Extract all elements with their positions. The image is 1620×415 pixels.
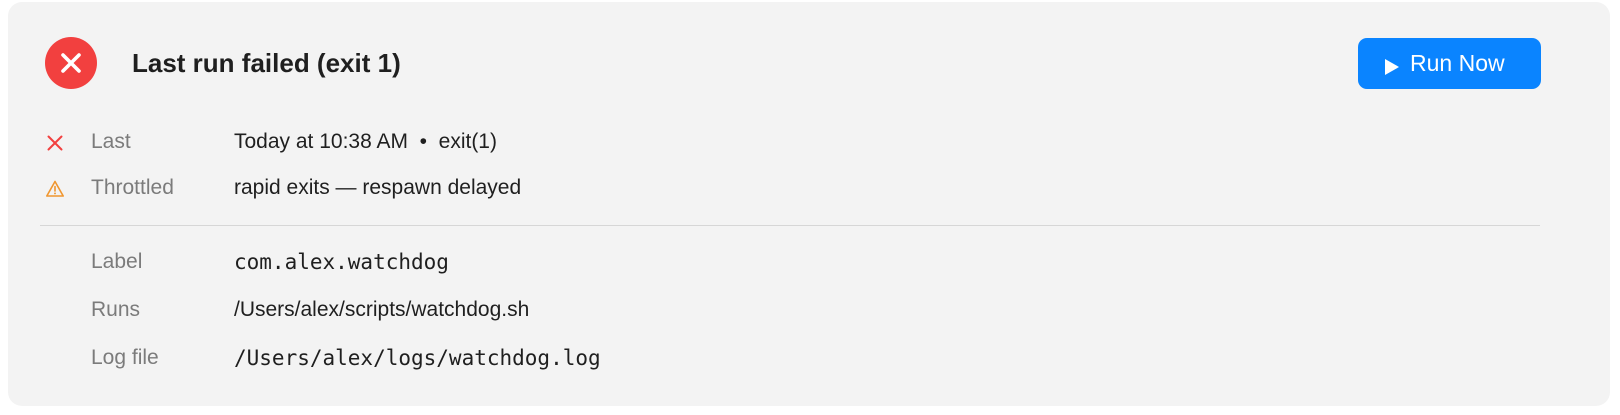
log-file-label: Log file [91,346,159,369]
last-run-label: Last [91,130,131,153]
runs-row: Runs /Users/alex/scripts/watchdog.sh [8,295,1568,325]
last-run-value: Today at 10:38 AM • exit(1) [234,130,497,153]
throttled-value: rapid exits — respawn delayed [234,176,522,199]
play-icon [1384,55,1400,82]
throttled-label: Throttled [91,176,174,199]
runs-label: Runs [91,298,141,321]
job-label-label: Label [91,250,143,273]
run-now-button[interactable]: Run Now [1358,38,1541,89]
warning-triangle-icon [45,179,65,199]
job-label-row: Label com.alex.watchdog [8,247,1568,277]
section-divider [40,225,1540,226]
runs-value: /Users/alex/scripts/watchdog.sh [234,298,530,321]
last-run-row: Last Today at 10:38 AM • exit(1) [8,127,1568,157]
log-file-row: Log file /Users/alex/logs/watchdog.log [8,343,1568,373]
job-status-card: Last run failed (exit 1) Run Now Last To… [8,2,1610,406]
error-circle-x-icon [45,37,97,89]
run-now-label: Run Now [1410,50,1505,76]
log-file-value: /Users/alex/logs/watchdog.log [234,346,601,370]
throttled-row: Throttled rapid exits — respawn delayed [8,173,1568,203]
job-label-value: com.alex.watchdog [234,250,449,274]
status-title: Last run failed (exit 1) [132,48,401,78]
x-mark-icon [45,133,65,153]
